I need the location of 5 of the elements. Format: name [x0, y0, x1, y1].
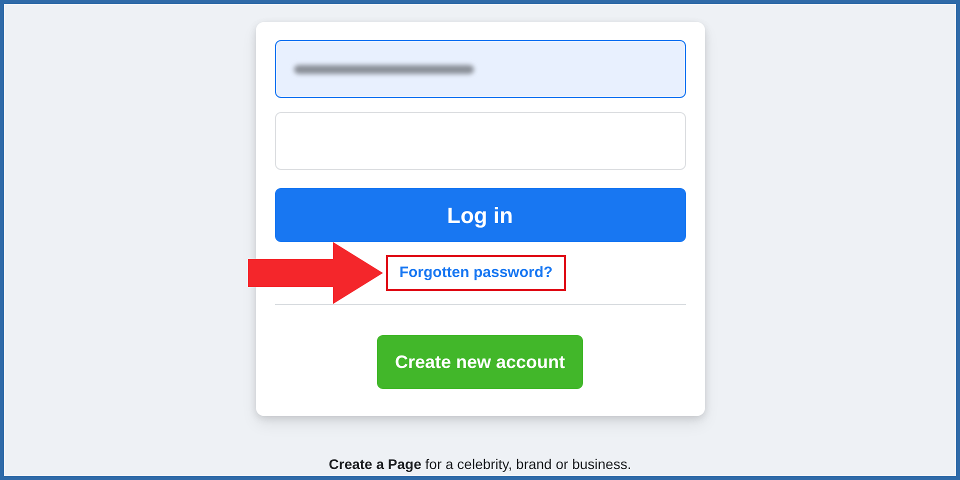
forgot-password-link[interactable]: Forgotten password?	[399, 262, 553, 284]
create-account-button[interactable]: Create new account	[376, 335, 584, 389]
create-page-text: Create a Page for a celebrity, brand or business.	[328, 455, 632, 474]
input-field[interactable]	[274, 40, 686, 98]
login-button[interactable]: Log in	[274, 188, 686, 242]
